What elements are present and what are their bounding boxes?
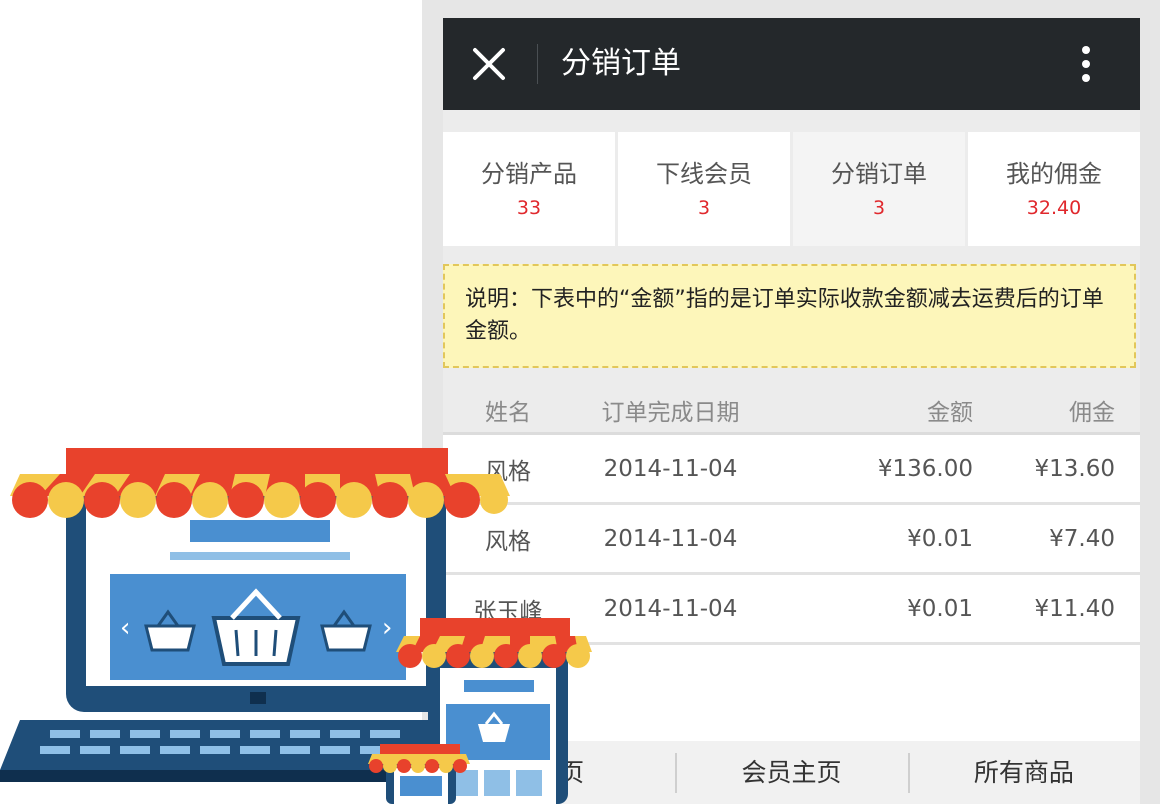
orders-table: 姓名 订单完成日期 金额 佣金 风格 2014-11-04 ¥136.00 ¥1… [443, 388, 1140, 645]
stat-members[interactable]: 下线会员 3 [618, 132, 790, 246]
close-icon[interactable] [467, 42, 511, 86]
stat-orders[interactable]: 分销订单 3 [793, 132, 965, 246]
table-row[interactable]: 风格 2014-11-04 ¥136.00 ¥13.60 [443, 435, 1140, 505]
table-header: 姓名 订单完成日期 金额 佣金 [443, 388, 1140, 435]
stat-label: 分销产品 [481, 160, 577, 188]
stats-tabs: 分销产品 33 下线会员 3 分销订单 3 我的佣金 32.40 [443, 132, 1140, 246]
cell-amount: ¥0.01 [907, 595, 973, 622]
svg-text:›: › [382, 613, 392, 643]
title-divider [537, 44, 538, 84]
header-commission: 佣金 [1069, 400, 1115, 426]
stat-value: 3 [697, 197, 711, 219]
basket-icon [211, 588, 301, 666]
stat-label: 分销订单 [831, 160, 927, 188]
stat-label: 下线会员 [656, 160, 752, 188]
cell-amount: ¥136.00 [877, 455, 973, 482]
more-vertical-icon[interactable] [1068, 40, 1104, 88]
nav-home[interactable]: 主页 [443, 741, 675, 804]
stat-value: 32.40 [1026, 197, 1082, 219]
cell-date: 2014-11-04 [603, 525, 738, 552]
header-name: 姓名 [485, 400, 531, 426]
cell-commission: ¥13.60 [1034, 455, 1115, 482]
table-row[interactable]: 张玉峰 2014-11-04 ¥0.01 ¥11.40 [443, 575, 1140, 645]
cell-amount: ¥0.01 [907, 525, 973, 552]
cell-date: 2014-11-04 [603, 455, 738, 482]
svg-text:‹: ‹ [120, 613, 130, 643]
page-title: 分销订单 [561, 46, 681, 81]
stat-products[interactable]: 分销产品 33 [443, 132, 615, 246]
nav-all-products[interactable]: 所有商品 [907, 741, 1140, 804]
stat-value: 33 [516, 197, 542, 219]
notice-box: 说明：下表中的“金额”指的是订单实际收款金额减去运费后的订单金额。 [443, 264, 1136, 368]
header-date: 订单完成日期 [601, 400, 740, 426]
empty-area [443, 645, 1140, 741]
stat-label: 我的佣金 [1006, 160, 1102, 188]
app-window: 分销订单 分销产品 33 下线会员 3 分销订单 3 我的佣金 32.40 说明… [443, 18, 1140, 804]
cell-name: 张玉峰 [473, 598, 543, 625]
basket-icon [320, 609, 372, 652]
table-row[interactable]: 风格 2014-11-04 ¥0.01 ¥7.40 [443, 505, 1140, 575]
title-bar: 分销订单 [443, 18, 1140, 110]
nav-member-home[interactable]: 会员主页 [675, 741, 907, 804]
basket-icon [144, 609, 196, 652]
cell-commission: ¥11.40 [1034, 595, 1115, 622]
cell-name: 风格 [485, 458, 531, 485]
cell-date: 2014-11-04 [603, 595, 738, 622]
cell-name: 风格 [485, 528, 531, 555]
bottom-nav: 主页 会员主页 所有商品 [443, 741, 1140, 804]
stat-commission[interactable]: 我的佣金 32.40 [968, 132, 1140, 246]
cell-commission: ¥7.40 [1049, 525, 1115, 552]
stat-value: 3 [872, 197, 886, 219]
header-amount: 金额 [927, 400, 973, 426]
